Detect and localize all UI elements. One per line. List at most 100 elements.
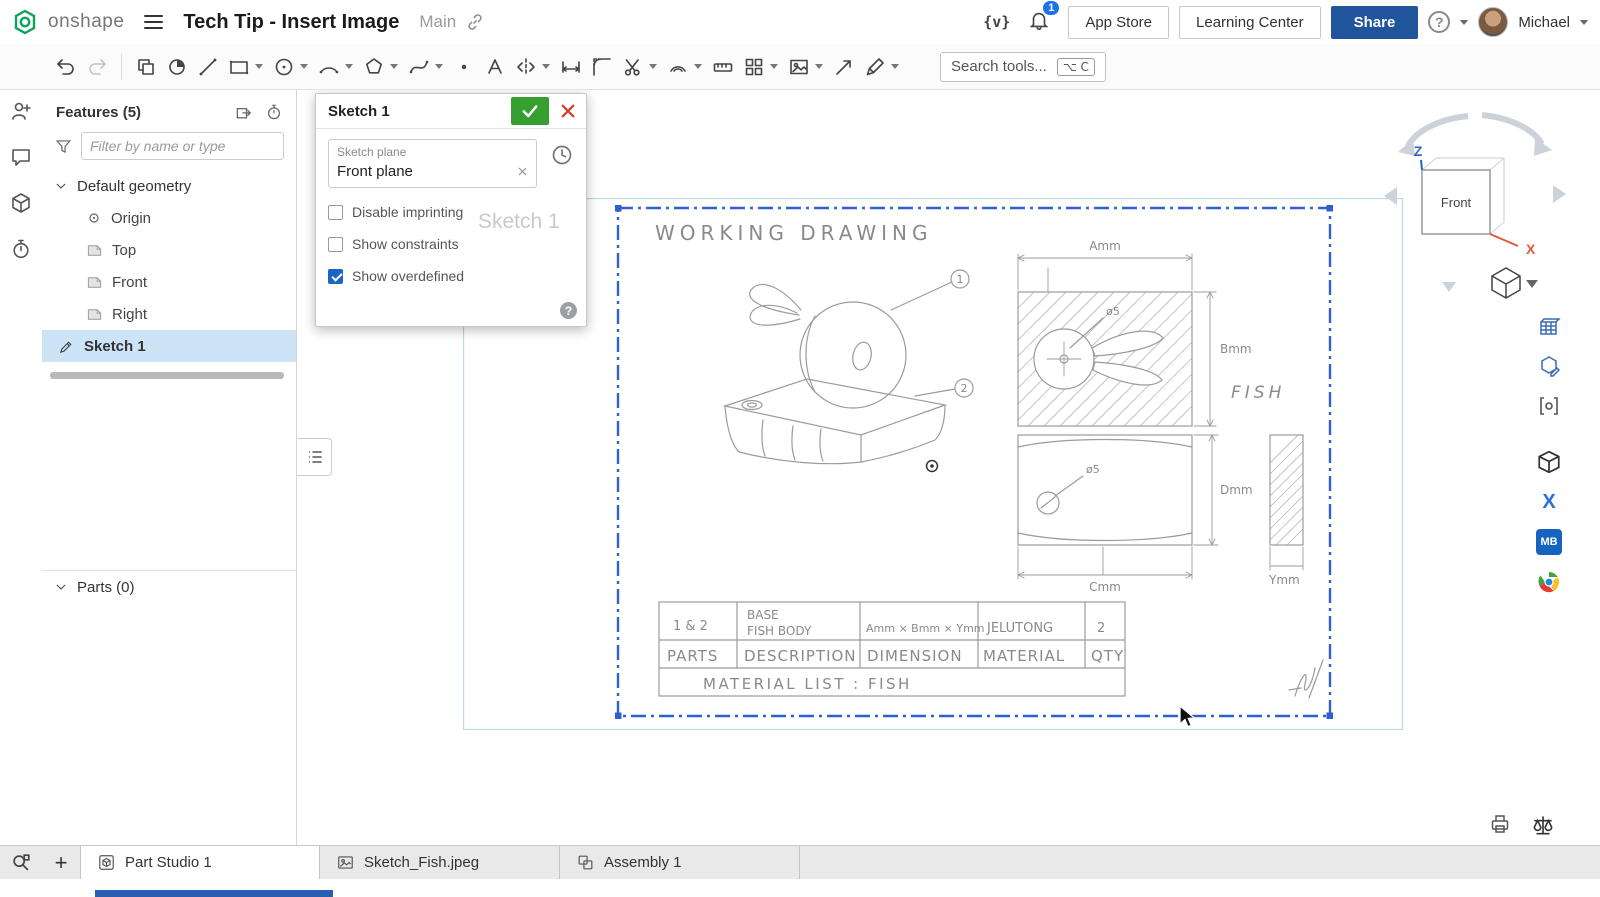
clear-selection-icon[interactable] [517, 166, 528, 177]
redo-icon[interactable] [83, 53, 111, 81]
view-mode-caret-icon[interactable] [1526, 280, 1538, 288]
print-icon[interactable] [1488, 812, 1512, 836]
polygon-tool-caret-icon[interactable] [390, 64, 398, 69]
filter-input[interactable] [81, 132, 284, 160]
insert-image-tool-caret-icon[interactable] [815, 64, 823, 69]
app-store-button[interactable]: App Store [1068, 6, 1169, 39]
checkbox-icon[interactable] [328, 205, 343, 220]
cancel-button[interactable] [553, 97, 583, 125]
point-tool-icon[interactable] [450, 53, 478, 81]
share-link-icon[interactable] [466, 13, 484, 31]
user-menu-caret-icon[interactable] [1580, 20, 1588, 25]
rectangle-tool-caret-icon[interactable] [255, 64, 263, 69]
rollback-history-icon[interactable] [264, 102, 284, 122]
feature-list-flyout-handle[interactable] [297, 438, 332, 476]
tree-item-top-plane[interactable]: Top [42, 234, 296, 266]
tab-sketch-fish-jpeg[interactable]: Sketch_Fish.jpeg [320, 846, 560, 879]
offset-tool-caret-icon[interactable] [694, 64, 702, 69]
checkbox-show-constraints[interactable]: Show constraints [328, 236, 574, 252]
circle-tool-icon[interactable] [270, 53, 298, 81]
workspace-name[interactable]: Main [419, 12, 456, 32]
rollback-clock-icon[interactable] [550, 143, 574, 167]
sketch-plane-field[interactable]: Sketch plane Front plane [328, 139, 537, 188]
user-name[interactable]: Michael [1518, 14, 1570, 31]
share-button[interactable]: Share [1331, 6, 1419, 39]
tree-item-sketch-1[interactable]: Sketch 1 [42, 330, 296, 362]
help-icon[interactable]: ? [1428, 11, 1450, 33]
search-tabs-icon[interactable] [0, 846, 42, 879]
fillet-tool-icon[interactable] [588, 53, 616, 81]
chevron-down-icon[interactable] [54, 179, 68, 193]
transform-tool-icon[interactable] [830, 53, 858, 81]
grid-cube-icon[interactable] [1535, 312, 1563, 340]
help-caret-icon[interactable] [1460, 20, 1468, 25]
text-tool-icon[interactable] [481, 53, 509, 81]
tab-part-studio-1[interactable]: Part Studio 1 [80, 846, 320, 879]
follow-mode-icon[interactable] [7, 98, 35, 124]
style-pen-caret-icon[interactable] [891, 64, 899, 69]
notifications-bell[interactable]: 1 [1028, 9, 1050, 36]
pattern-tool-caret-icon[interactable] [770, 64, 778, 69]
insert-image-tool-icon[interactable] [785, 53, 813, 81]
arc-tool-caret-icon[interactable] [345, 64, 353, 69]
offset-tool-icon[interactable] [664, 53, 692, 81]
line-tool-icon[interactable] [194, 53, 222, 81]
x-app-icon[interactable]: X [1535, 488, 1563, 516]
onshape-app: { "header": { "brand": "onshape", "title… [0, 0, 1600, 897]
pattern-tool-icon[interactable] [740, 53, 768, 81]
use-project-icon[interactable] [163, 53, 191, 81]
add-tab-button[interactable]: + [42, 846, 80, 879]
chevron-down-icon[interactable] [54, 580, 68, 594]
wireframe-cube-icon[interactable] [1535, 448, 1563, 476]
popout-panel-icon[interactable] [234, 102, 254, 122]
view-cube[interactable]: Front Z X [1380, 100, 1570, 300]
trim-tool-caret-icon[interactable] [649, 64, 657, 69]
view-mode-cube-icon[interactable] [1492, 268, 1520, 298]
image-center-point[interactable] [927, 461, 938, 472]
user-avatar[interactable] [1478, 7, 1508, 37]
edit-part-icon[interactable] [1535, 352, 1563, 380]
mb-app-icon[interactable]: MB [1535, 528, 1563, 556]
tree-item-default-geometry[interactable]: Default geometry [42, 170, 296, 202]
arc-tool-icon[interactable] [315, 53, 343, 81]
spline-tool-caret-icon[interactable] [435, 64, 443, 69]
checkbox-disable-imprinting[interactable]: Disable imprinting [328, 204, 574, 220]
tree-item-parts[interactable]: Parts (0) [42, 571, 296, 603]
table-header-cell: QTY [1091, 647, 1124, 665]
dimension-tool-icon[interactable] [557, 53, 585, 81]
spline-tool-icon[interactable] [405, 53, 433, 81]
trim-tool-icon[interactable] [619, 53, 647, 81]
mirror-tool-caret-icon[interactable] [542, 64, 550, 69]
versions-icon[interactable]: {v} [983, 13, 1010, 31]
hamburger-menu-icon[interactable] [144, 15, 163, 30]
checkbox-show-overdefined[interactable]: Show overdefined [328, 268, 574, 284]
rectangle-tool-icon[interactable] [225, 53, 253, 81]
onshape-logo-icon[interactable] [12, 9, 38, 35]
comments-icon[interactable] [7, 144, 35, 170]
tree-item-right-plane[interactable]: Right [42, 298, 296, 330]
bracket-cube-icon[interactable] [1535, 392, 1563, 420]
tree-item-origin[interactable]: Origin [42, 202, 296, 234]
parts-cube-icon[interactable] [7, 190, 35, 216]
polygon-tool-icon[interactable] [360, 53, 388, 81]
dialog-help-icon[interactable]: ? [560, 302, 577, 319]
tree-item-front-plane[interactable]: Front [42, 266, 296, 298]
mirror-tool-icon[interactable] [512, 53, 540, 81]
rollback-bar[interactable] [50, 372, 284, 379]
measure-icon[interactable] [709, 53, 737, 81]
accept-button[interactable] [511, 97, 549, 125]
learning-center-button[interactable]: Learning Center [1179, 6, 1321, 39]
scale-balance-icon[interactable] [1530, 812, 1556, 838]
globe-app-icon[interactable] [1535, 568, 1563, 596]
undo-icon[interactable] [52, 53, 80, 81]
inserted-image-sketch[interactable]: WORKING DRAWING 1 2 ø5 ø5 Amm Bmm Dmm Cm… [463, 198, 1403, 730]
tab-assembly-1[interactable]: Assembly 1 [560, 846, 800, 879]
circle-tool-caret-icon[interactable] [300, 64, 308, 69]
checkbox-icon[interactable] [328, 237, 343, 252]
search-tools-box[interactable]: Search tools... ⌥ C [940, 52, 1106, 82]
style-pen-icon[interactable] [861, 53, 889, 81]
copy-icon[interactable] [132, 53, 160, 81]
checkbox-icon[interactable] [328, 269, 343, 284]
image-selection-border[interactable] [615, 205, 1333, 719]
history-stopwatch-icon[interactable] [7, 236, 35, 262]
